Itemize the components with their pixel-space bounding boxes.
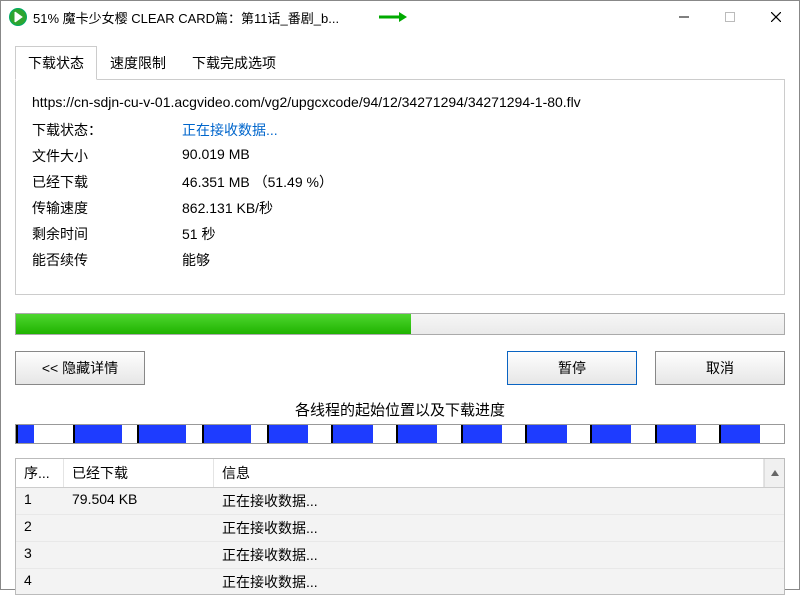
segment-dl bbox=[657, 425, 696, 443]
progress-bar bbox=[15, 313, 785, 335]
download-url: https://cn-sdjn-cu-v-01.acgvideo.com/vg2… bbox=[32, 94, 768, 110]
segment-dl bbox=[269, 425, 308, 443]
window-title: 51% 魔卡少女樱 CLEAR CARD篇：第11话_番剧_b... bbox=[33, 8, 339, 27]
chevron-up-icon bbox=[770, 468, 780, 478]
cell-downloaded: 79.504 KB bbox=[64, 488, 214, 514]
segment-bar bbox=[15, 424, 785, 444]
segment-dl bbox=[75, 425, 122, 443]
label-downloaded: 已经下载 bbox=[32, 172, 182, 192]
segment-gap bbox=[437, 425, 461, 443]
segment-gap bbox=[186, 425, 202, 443]
table-row[interactable]: 2 正在接收数据... bbox=[16, 515, 784, 542]
segment-dl bbox=[463, 425, 502, 443]
value-speed: 862.131 KB/秒 bbox=[182, 198, 768, 218]
tab-download-status[interactable]: 下载状态 bbox=[15, 46, 97, 80]
transfer-arrow-icon bbox=[379, 11, 407, 23]
segment-gap bbox=[760, 425, 784, 443]
cell-downloaded bbox=[64, 569, 214, 594]
cell-index: 4 bbox=[16, 569, 64, 594]
cell-index: 2 bbox=[16, 515, 64, 541]
tab-speed-limit[interactable]: 速度限制 bbox=[97, 46, 179, 80]
minimize-button[interactable] bbox=[661, 1, 707, 33]
segment-gap bbox=[502, 425, 526, 443]
label-resumable: 能否续传 bbox=[32, 250, 182, 270]
progress-fill bbox=[16, 314, 411, 334]
value-remaining: 51 秒 bbox=[182, 224, 768, 244]
app-icon bbox=[9, 8, 27, 26]
segment-gap bbox=[251, 425, 267, 443]
value-file-size: 90.019 MB bbox=[182, 146, 768, 166]
label-file-size: 文件大小 bbox=[32, 146, 182, 166]
segment-dl bbox=[721, 425, 760, 443]
segment-gap bbox=[631, 425, 655, 443]
segment-dl bbox=[592, 425, 631, 443]
cell-info: 正在接收数据... bbox=[214, 569, 784, 594]
segment-dl bbox=[527, 425, 566, 443]
segment-gap bbox=[567, 425, 591, 443]
tab-done-options[interactable]: 下载完成选项 bbox=[179, 46, 289, 80]
cell-index: 1 bbox=[16, 488, 64, 514]
cell-downloaded bbox=[64, 515, 214, 541]
table-row[interactable]: 4 正在接收数据... bbox=[16, 569, 784, 594]
col-info[interactable]: 信息 bbox=[214, 459, 764, 487]
segment-gap bbox=[696, 425, 720, 443]
cell-info: 正在接收数据... bbox=[214, 515, 784, 541]
cell-downloaded bbox=[64, 542, 214, 568]
segment-dl bbox=[398, 425, 437, 443]
label-status: 下载状态： bbox=[32, 120, 182, 140]
close-button[interactable] bbox=[753, 1, 799, 33]
threads-title: 各线程的起始位置以及下载进度 bbox=[1, 399, 799, 420]
maximize-button[interactable] bbox=[707, 1, 753, 33]
cell-info: 正在接收数据... bbox=[214, 542, 784, 568]
segment-gap bbox=[308, 425, 332, 443]
pause-button[interactable]: 暂停 bbox=[507, 351, 637, 385]
segment-gap bbox=[34, 425, 73, 443]
scroll-up-button[interactable] bbox=[764, 459, 784, 487]
cancel-button[interactable]: 取消 bbox=[655, 351, 785, 385]
col-downloaded[interactable]: 已经下载 bbox=[64, 459, 214, 487]
label-speed: 传输速度 bbox=[32, 198, 182, 218]
cell-info: 正在接收数据... bbox=[214, 488, 784, 514]
segment-dl bbox=[139, 425, 186, 443]
label-remaining: 剩余时间 bbox=[32, 224, 182, 244]
threads-table: 序... 已经下载 信息 179.504 KB正在接收数据...2正在接收数据.… bbox=[15, 458, 785, 595]
value-status: 正在接收数据... bbox=[182, 120, 768, 140]
table-row[interactable]: 179.504 KB正在接收数据... bbox=[16, 488, 784, 515]
segment-gap bbox=[373, 425, 397, 443]
segment-dl bbox=[204, 425, 251, 443]
value-resumable: 能够 bbox=[182, 250, 768, 270]
value-downloaded: 46.351 MB （51.49 %） bbox=[182, 172, 768, 192]
titlebar: 51% 魔卡少女樱 CLEAR CARD篇：第11话_番剧_b... bbox=[1, 1, 799, 33]
tab-bar: 下载状态 速度限制 下载完成选项 bbox=[15, 45, 785, 80]
segment-gap bbox=[122, 425, 138, 443]
hide-details-button[interactable]: << 隐藏详情 bbox=[15, 351, 145, 385]
status-panel: https://cn-sdjn-cu-v-01.acgvideo.com/vg2… bbox=[15, 80, 785, 295]
table-row[interactable]: 3 正在接收数据... bbox=[16, 542, 784, 569]
segment-dl bbox=[333, 425, 372, 443]
cell-index: 3 bbox=[16, 542, 64, 568]
col-index[interactable]: 序... bbox=[16, 459, 64, 487]
segment-dl bbox=[18, 425, 34, 443]
